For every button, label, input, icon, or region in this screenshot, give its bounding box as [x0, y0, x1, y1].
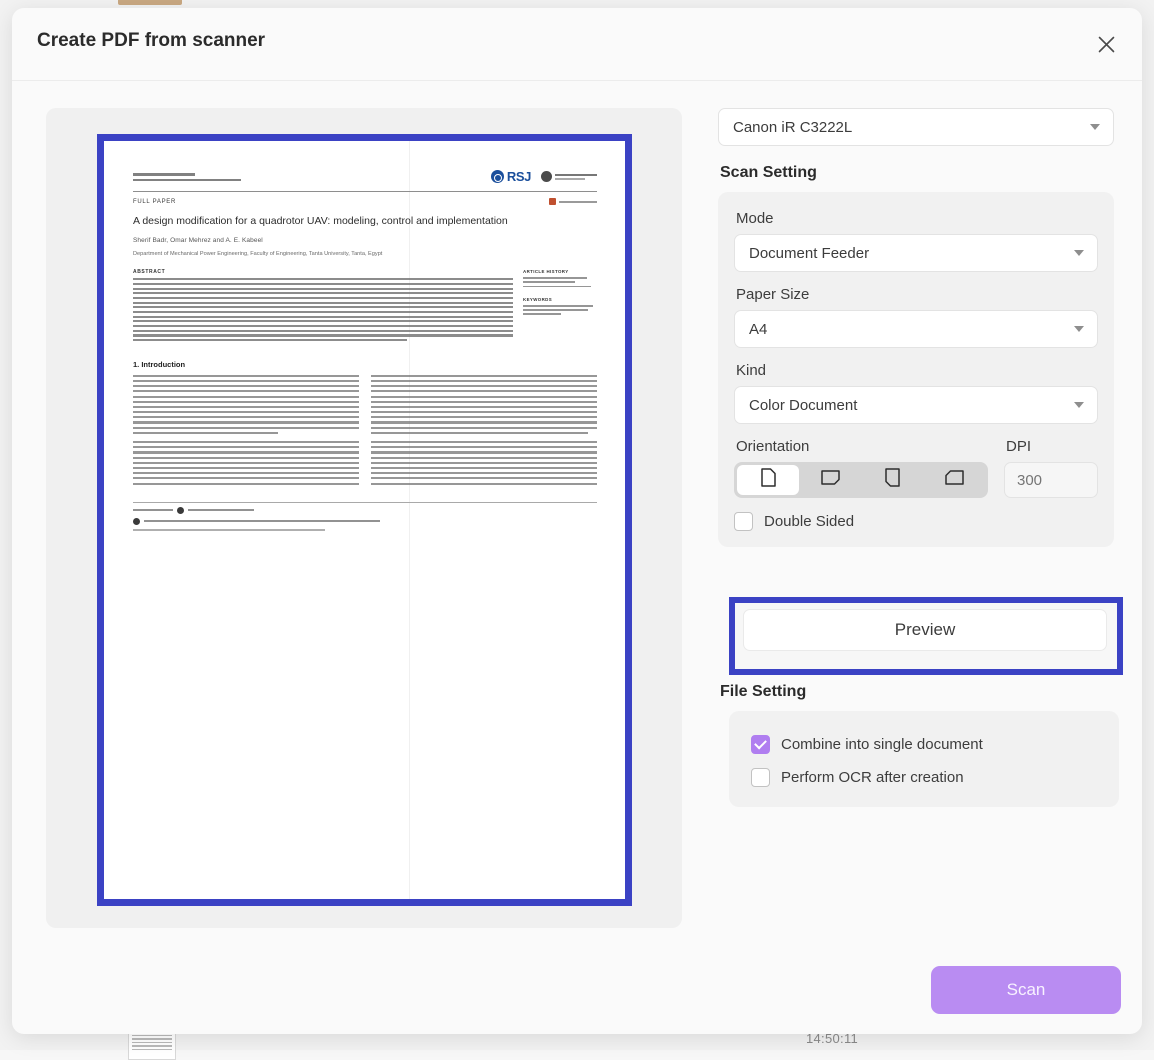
mode-select-value: Document Feeder	[749, 244, 870, 262]
orientation-option-portrait-reversed[interactable]	[861, 465, 923, 495]
orientation-option-landscape-reversed[interactable]	[923, 465, 985, 495]
chevron-down-icon	[1090, 124, 1100, 130]
dpi-label: DPI	[1006, 438, 1032, 455]
paper-title: A design modification for a quadrotor UA…	[133, 215, 508, 227]
keywords-label: KEYWORDS	[523, 296, 553, 302]
perform-ocr-row[interactable]: Perform OCR after creation	[751, 768, 1097, 787]
crossmark-badge	[549, 198, 597, 205]
paper-copyright-line	[133, 528, 597, 531]
close-icon	[1097, 35, 1116, 54]
background-tab-strip	[118, 0, 182, 5]
paper-type-label: FULL PAPER	[133, 198, 177, 205]
mode-select[interactable]: Document Feeder	[734, 234, 1098, 272]
rsj-logo: RSJ	[490, 169, 531, 184]
scan-setting-card: Mode Document Feeder Paper Size A4 Kind …	[718, 192, 1114, 547]
page-portrait-icon	[760, 468, 776, 492]
file-setting-title: File Setting	[720, 683, 807, 700]
scan-setting-title: Scan Setting	[720, 164, 817, 181]
dialog-title: Create PDF from scanner	[37, 30, 266, 51]
scan-settings-pane: Canon iR C3222L Scan Setting Mode Docume…	[718, 108, 1123, 807]
scan-button[interactable]: Scan	[931, 966, 1121, 1014]
taylor-francis-logo	[541, 171, 597, 182]
double-sided-label: Double Sided	[764, 513, 855, 530]
scanned-page-preview[interactable]: RSJ FULL PAPER A design modification for…	[104, 141, 625, 899]
scanner-select-value: Canon iR C3222L	[733, 118, 853, 136]
double-sided-checkbox[interactable]	[734, 512, 753, 531]
page-portrait-reversed-icon	[884, 468, 900, 492]
mode-label: Mode	[736, 210, 774, 227]
orientation-label: Orientation	[736, 438, 810, 455]
combine-into-single-document-checkbox[interactable]	[751, 735, 770, 754]
scan-preview-pane: RSJ FULL PAPER A design modification for…	[46, 108, 682, 928]
perform-ocr-checkbox[interactable]	[751, 768, 770, 787]
paper-size-label: Paper Size	[736, 286, 810, 303]
combine-into-single-document-row[interactable]: Combine into single document	[751, 735, 1097, 754]
scanner-select[interactable]: Canon iR C3222L	[718, 108, 1114, 146]
abstract-label: ABSTRACT	[133, 269, 166, 276]
preview-button-highlight: Preview	[729, 597, 1123, 675]
orientation-option-portrait[interactable]	[737, 465, 799, 495]
kind-label: Kind	[736, 362, 767, 379]
page-selection-frame[interactable]: RSJ FULL PAPER A design modification for…	[97, 134, 632, 906]
page-landscape-icon	[820, 470, 840, 490]
chevron-down-icon	[1074, 326, 1084, 332]
dialog-header: Create PDF from scanner	[12, 8, 1142, 81]
file-setting-card: Combine into single document Perform OCR…	[729, 711, 1119, 807]
orientation-option-landscape[interactable]	[799, 465, 861, 495]
combine-into-single-document-label: Combine into single document	[781, 736, 983, 753]
kind-select[interactable]: Color Document	[734, 386, 1098, 424]
close-button[interactable]	[1088, 26, 1124, 62]
preview-button[interactable]: Preview	[743, 609, 1107, 651]
paper-affiliation: Department of Mechanical Power Engineeri…	[133, 251, 383, 258]
chevron-down-icon	[1074, 402, 1084, 408]
paper-section-heading: 1. Introduction	[133, 359, 186, 369]
paper-sidebar: ARTICLE HISTORY KEYWORDS	[523, 269, 597, 344]
paper-body-column-left	[133, 374, 359, 488]
orientation-segmented-control	[734, 462, 988, 498]
create-pdf-from-scanner-dialog: Create PDF from scanner RSJ FULL PAPER A…	[12, 8, 1142, 1034]
journal-meta	[133, 173, 241, 184]
paper-content: RSJ FULL PAPER A design modification for…	[133, 169, 597, 531]
paper-size-select-value: A4	[749, 320, 768, 338]
background-page-thumbnail	[128, 1032, 176, 1060]
article-history-label: ARTICLE HISTORY	[523, 269, 569, 275]
chevron-down-icon	[1074, 250, 1084, 256]
paper-authors: Sherif Badr, Omar Mehrez and A. E. Kabee…	[133, 237, 263, 245]
kind-select-value: Color Document	[749, 396, 858, 414]
paper-contact-line	[133, 506, 597, 514]
page-landscape-reversed-icon	[944, 470, 964, 490]
double-sided-checkbox-row[interactable]: Double Sided	[734, 512, 1098, 531]
paper-abstract: ABSTRACT	[133, 269, 513, 344]
paper-size-select[interactable]: A4	[734, 310, 1098, 348]
paper-body-column-right	[371, 374, 597, 488]
paper-supplemental-line	[133, 517, 597, 525]
dpi-input[interactable]	[1004, 462, 1098, 498]
perform-ocr-label: Perform OCR after creation	[781, 769, 964, 786]
